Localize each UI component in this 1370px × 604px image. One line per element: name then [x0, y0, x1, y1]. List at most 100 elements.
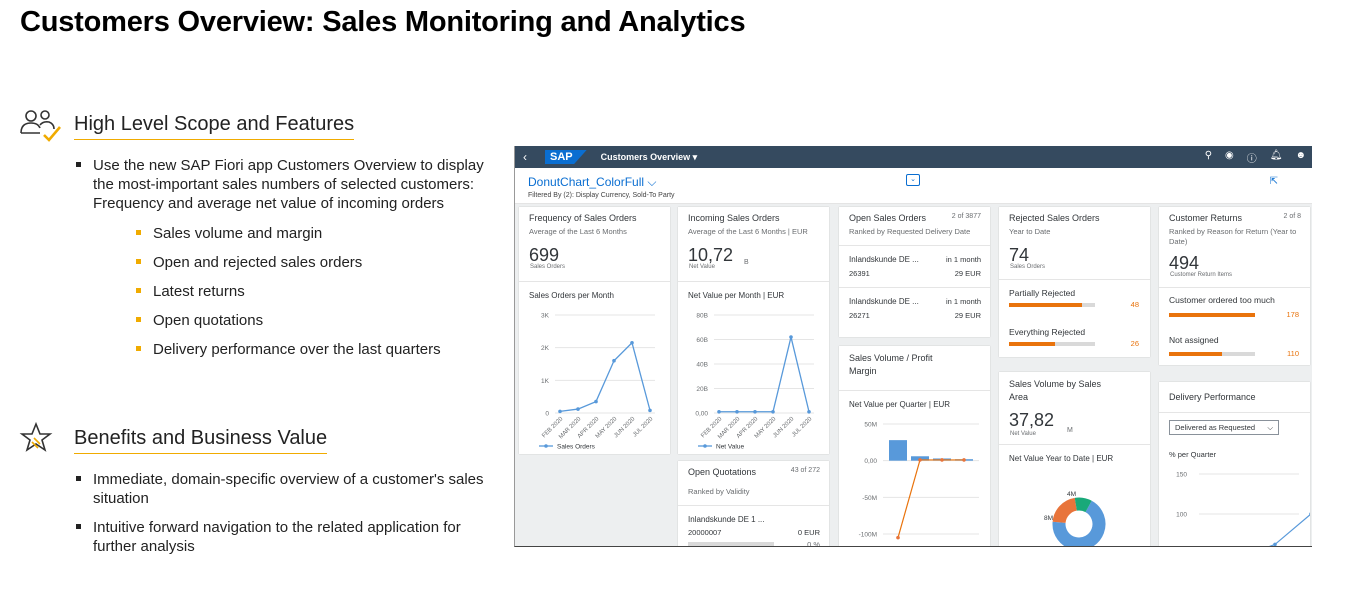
- delivery-filter-select[interactable]: Delivered as Requested ⌵: [1169, 420, 1279, 435]
- series-line: [1269, 514, 1310, 546]
- data-point: [717, 409, 721, 414]
- donut-slice: [1052, 497, 1078, 524]
- chart-title: Net Value per Month | EUR: [688, 291, 785, 300]
- returns-bar: [1169, 313, 1255, 317]
- kpi-value: 10,72: [688, 245, 734, 265]
- card-title: Customer Returns: [1169, 213, 1243, 223]
- card-subtitle: Average of the Last 6 Months | EUR: [688, 227, 808, 236]
- card-rejected-sales-orders[interactable]: Rejected Sales Orders Year to Date 74 Sa…: [999, 207, 1150, 357]
- bell-settings-icon[interactable]: ◉: [1225, 150, 1234, 165]
- margin-point: [962, 458, 966, 462]
- card-sales-volume-area[interactable]: Sales Volume by Sales Area 37,82 M Net V…: [999, 372, 1150, 546]
- data-point: [789, 335, 793, 339]
- slice-label: 4M: [1067, 491, 1076, 498]
- kpi-unit: Sales Orders: [530, 264, 566, 270]
- notification-icon[interactable]: 🔔︎: [1270, 150, 1283, 165]
- y-tick-label: 0,00: [864, 458, 877, 465]
- share-icon[interactable]: ⇱: [1270, 176, 1278, 187]
- y-tick-label: -50M: [862, 495, 877, 502]
- x-tick-label: JUL 2020: [791, 416, 814, 439]
- quotation-value: 0 EUR: [797, 528, 820, 537]
- card-title: Open Sales Orders: [849, 213, 927, 223]
- bullet-item: Intuitive forward navigation to the rela…: [76, 518, 506, 556]
- y-tick-label: 0,00: [695, 411, 708, 418]
- margin-line: [897, 459, 964, 538]
- card-open-quotations[interactable]: Open Quotations 43 of 272 Ranked by Vali…: [678, 461, 829, 547]
- card-incoming-sales-orders[interactable]: Incoming Sales Orders Average of the Las…: [678, 207, 829, 454]
- slice-label: 8M: [1044, 515, 1053, 522]
- margin-point: [918, 458, 922, 462]
- card-sales-volume-profit[interactable]: Sales Volume / Profit Margin Net Value p…: [839, 346, 990, 546]
- bar-label: Not assigned: [1169, 335, 1219, 345]
- search-icon[interactable]: ⚲: [1205, 150, 1212, 165]
- order-due: in 1 month: [945, 297, 981, 306]
- card-delivery-performance[interactable]: Delivery Performance Delivered as Reques…: [1159, 382, 1310, 546]
- kpi-value: 37,82: [1009, 410, 1055, 430]
- order-value: 29 EUR: [954, 269, 981, 278]
- data-point: [612, 358, 616, 363]
- delivery-line-chart: 15010050: [1176, 472, 1310, 546]
- collapse-header-button[interactable]: ⌄: [906, 174, 920, 186]
- data-point: [594, 399, 598, 404]
- rejected-bar: [1009, 303, 1095, 307]
- data-point: [648, 408, 652, 413]
- x-tick-label: JUL 2020: [632, 416, 655, 439]
- y-tick-label: 80B: [696, 313, 708, 320]
- kpi-value: 494: [1169, 253, 1200, 273]
- legend-marker: [703, 444, 707, 448]
- card-title: Rejected Sales Orders: [1009, 213, 1100, 223]
- card-subtitle: Ranked by Validity: [688, 487, 750, 496]
- star-hand-icon: [18, 420, 64, 460]
- order-id: 26391: [849, 269, 870, 278]
- order-value: 29 EUR: [954, 311, 981, 320]
- data-point: [753, 409, 757, 414]
- y-tick-label: 60B: [696, 337, 708, 344]
- order-customer[interactable]: Inlandskunde DE ...: [849, 255, 919, 264]
- kpi-unit: Customer Return Items: [1170, 272, 1233, 278]
- card-title: Incoming Sales Orders: [688, 213, 780, 223]
- bar-label: Everything Rejected: [1009, 327, 1086, 337]
- quotation-customer[interactable]: Inlandskunde DE 1 ...: [688, 515, 765, 524]
- order-customer[interactable]: Inlandskunde DE ...: [849, 297, 919, 306]
- slide-title: Customers Overview: Sales Monitoring and…: [20, 6, 746, 38]
- y-tick-label: 150: [1176, 472, 1187, 479]
- bar-value: 110: [1287, 349, 1299, 358]
- sales-orders-line-chart: 01K2K3KFEB 2020MAR 2020APR 2020MAY 2020J…: [539, 313, 655, 451]
- help-icon[interactable]: ⓘ: [1247, 150, 1257, 165]
- y-tick-label: 40B: [696, 362, 708, 369]
- y-tick-label: 50M: [864, 422, 877, 429]
- rejected-bar: [1009, 342, 1095, 346]
- card-open-sales-orders[interactable]: Open Sales Orders 2 of 3877 Ranked by Re…: [839, 207, 990, 337]
- donut-slice: [1074, 497, 1092, 513]
- sub-item: Sales volume and margin: [136, 224, 441, 253]
- legend-marker: [544, 444, 548, 448]
- card-title: Open Quotations: [688, 467, 757, 477]
- variant-selector[interactable]: DonutChart_ColorFull ⌵: [528, 175, 657, 190]
- bar-value: 178: [1286, 310, 1299, 319]
- quotation-percent: 0 %: [807, 540, 820, 547]
- sub-item: Open quotations: [136, 311, 441, 340]
- card-count: 43 of 272: [790, 467, 820, 474]
- sub-item: Open and rejected sales orders: [136, 253, 441, 282]
- card-frequency-sales-orders[interactable]: Frequency of Sales Orders Average of the…: [519, 207, 670, 454]
- kpi-unit: Sales Orders: [1010, 264, 1046, 270]
- card-customer-returns[interactable]: Customer Returns 2 of 8 Ranked by Reason…: [1159, 207, 1310, 365]
- y-tick-label: 3K: [541, 313, 550, 320]
- chart-title: Net Value per Quarter | EUR: [849, 400, 951, 409]
- order-id: 26271: [849, 311, 870, 320]
- scope-bullets: Use the new SAP Fiori app Customers Over…: [76, 156, 506, 223]
- user-icon[interactable]: ☻: [1295, 150, 1306, 165]
- data-point: [630, 340, 634, 345]
- legend-label: Sales Orders: [557, 444, 596, 451]
- kpi-value: 74: [1009, 245, 1030, 265]
- y-tick-label: 100: [1176, 512, 1187, 519]
- y-tick-label: -100M: [859, 532, 877, 539]
- card-subtitle: Ranked by Reason for Return (Year to Dat…: [1169, 227, 1297, 246]
- app-title-menu[interactable]: Customers Overview ▾: [601, 152, 698, 163]
- bar-value: 48: [1130, 300, 1139, 309]
- back-button[interactable]: ‹: [523, 150, 541, 164]
- net-value-line-chart: 0,0020B40B60B80BFEB 2020MAR 2020APR 2020…: [695, 313, 814, 451]
- order-due: in 1 month: [945, 255, 981, 264]
- data-point: [735, 409, 739, 414]
- chart-title: Sales Orders per Month: [529, 291, 614, 300]
